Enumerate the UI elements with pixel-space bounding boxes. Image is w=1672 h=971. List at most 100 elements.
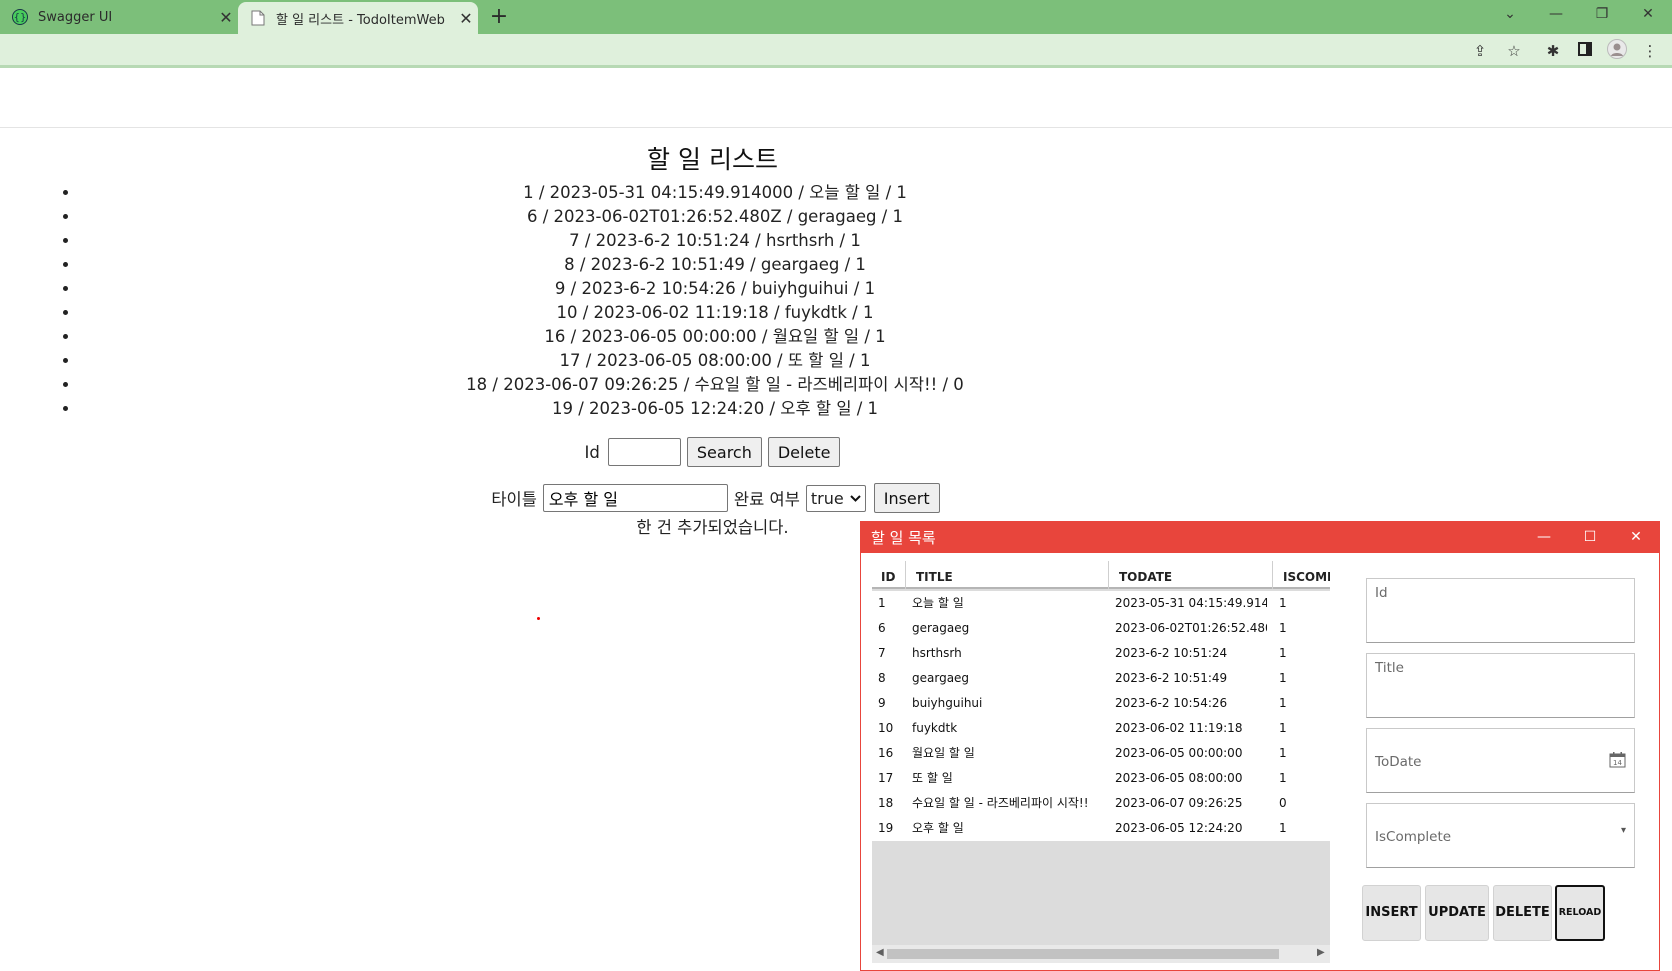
title-input[interactable] xyxy=(542,484,728,512)
scrollbar-thumb[interactable] xyxy=(887,949,1279,959)
tab-close-icon[interactable]: ✕ xyxy=(214,8,238,27)
cell-title: hsrthsrh xyxy=(912,646,962,660)
cell-iscomplete: 1 xyxy=(1279,746,1287,760)
column-header-todate[interactable]: TODATE xyxy=(1109,561,1273,589)
cell-id: 7 xyxy=(878,646,886,660)
cell-iscomplete: 1 xyxy=(1279,771,1287,785)
tab-todo-list[interactable]: 할 일 리스트 - TodoItemWeb ✕ xyxy=(238,2,478,34)
tab-swagger-ui[interactable]: {} Swagger UI ✕ xyxy=(0,0,238,34)
todo-list: 1 / 2023-05-31 04:15:49.914000 / 오늘 할 일 … xyxy=(80,181,1350,421)
window-minimize-button[interactable]: — xyxy=(1521,522,1567,553)
close-window-button[interactable]: ✕ xyxy=(1632,0,1664,30)
cell-todate: 2023-6-2 10:51:24 xyxy=(1115,646,1228,660)
todate-picker[interactable]: ToDate 14 xyxy=(1366,728,1635,793)
profile-avatar[interactable] xyxy=(1605,39,1629,63)
id-input[interactable] xyxy=(607,438,681,466)
table-row[interactable]: 17 또 할 일 2023-06-05 08:00:00 1 xyxy=(872,766,1330,791)
complete-select[interactable]: true xyxy=(805,484,866,512)
horizontal-scrollbar[interactable]: ◀ ▶ xyxy=(872,945,1330,963)
window-maximize-button[interactable]: ☐ xyxy=(1567,522,1613,553)
wpf-update-button[interactable]: UPDATE xyxy=(1425,885,1489,941)
table-row[interactable]: 1 오늘 할 일 2023-05-31 04:15:49.914000 1 xyxy=(872,591,1330,616)
restore-button[interactable]: ❐ xyxy=(1586,0,1618,30)
cell-iscomplete: 1 xyxy=(1279,671,1287,685)
todo-desktop-window: 할 일 목록 — ☐ ✕ ID TITLE TODATE ISCOMP 1 오늘 … xyxy=(860,521,1660,971)
cell-iscomplete: 1 xyxy=(1279,721,1287,735)
grid-body: 1오늘 할 일2023-05-31 04:15:49.91400016gerag… xyxy=(872,591,1330,841)
list-item: 9 / 2023-6-2 10:54:26 / buiyhguihui / 1 xyxy=(80,277,1350,301)
wpf-reload-button[interactable]: RELOAD xyxy=(1555,885,1605,941)
cell-title: 수요일 할 일 - 라즈베리파이 시작!! xyxy=(912,796,1089,810)
column-header-id[interactable]: ID xyxy=(872,561,906,589)
cell-title: 오후 할 일 xyxy=(912,821,964,835)
minimize-button[interactable]: — xyxy=(1540,0,1572,30)
wpf-insert-button[interactable]: INSERT xyxy=(1362,885,1421,941)
iscomplete-placeholder: IsComplete xyxy=(1375,829,1452,845)
calendar-icon[interactable]: 14 xyxy=(1609,751,1626,772)
todo-data-grid[interactable]: ID TITLE TODATE ISCOMP 1 오늘 할 일 2023-05-31… xyxy=(872,561,1330,963)
table-row[interactable]: 18 수요일 할 일 - 라즈베리파이 시작!! 2023-06-07 09:26:… xyxy=(872,791,1330,816)
cell-id: 1 xyxy=(878,596,886,610)
cell-title: 오늘 할 일 xyxy=(912,596,964,610)
tab-search-chevron-icon[interactable]: ⌄ xyxy=(1494,0,1526,30)
table-row[interactable]: 16 월요일 할 일 2023-06-05 00:00:00 1 xyxy=(872,741,1330,766)
delete-button[interactable]: Delete xyxy=(767,437,841,467)
table-row[interactable]: 7 hsrthsrh 2023-6-2 10:51:24 1 xyxy=(872,641,1330,666)
search-button[interactable]: Search xyxy=(686,437,762,467)
cell-title: fuykdtk xyxy=(912,721,958,735)
cell-iscomplete: 1 xyxy=(1279,621,1287,635)
list-item: 19 / 2023-06-05 12:24:20 / 오후 할 일 / 1 xyxy=(80,397,1350,421)
cell-todate: 2023-06-05 00:00:00 xyxy=(1115,746,1243,760)
cursor-dot xyxy=(537,617,540,620)
id-field[interactable]: Id xyxy=(1366,578,1635,643)
table-row[interactable]: 10 fuykdtk 2023-06-02 11:19:18 1 xyxy=(872,716,1330,741)
scroll-left-icon[interactable]: ◀ xyxy=(876,947,884,958)
star-icon[interactable]: ☆ xyxy=(1502,39,1526,63)
window-close-button[interactable]: ✕ xyxy=(1613,522,1659,553)
table-row[interactable]: 9 buiyhguihui 2023-6-2 10:54:26 1 xyxy=(872,691,1330,716)
todate-placeholder: ToDate xyxy=(1375,754,1422,770)
cell-id: 9 xyxy=(878,696,886,710)
cell-iscomplete: 1 xyxy=(1279,696,1287,710)
cell-todate: 2023-06-07 09:26:25 xyxy=(1115,796,1243,810)
id-label: Id xyxy=(584,442,600,462)
cell-todate: 2023-06-02 11:19:18 xyxy=(1115,721,1243,735)
id-placeholder: Id xyxy=(1375,585,1388,601)
cell-title: 월요일 할 일 xyxy=(912,746,975,760)
wpf-delete-button[interactable]: DELETE xyxy=(1493,885,1552,941)
table-row[interactable]: 8 geargaeg 2023-6-2 10:51:49 1 xyxy=(872,666,1330,691)
complete-select-value: true xyxy=(810,488,844,508)
list-item: 17 / 2023-06-05 08:00:00 / 또 할 일 / 1 xyxy=(80,349,1350,373)
window-titlebar[interactable]: 할 일 목록 — ☐ ✕ xyxy=(861,522,1659,553)
scroll-right-icon[interactable]: ▶ xyxy=(1317,947,1325,958)
page-title: 할 일 리스트 xyxy=(647,145,778,174)
cell-iscomplete: 0 xyxy=(1279,796,1287,810)
page-icon xyxy=(250,10,266,26)
extensions-icon[interactable]: ✱ xyxy=(1541,39,1565,63)
cell-title: 또 할 일 xyxy=(912,771,953,785)
column-header-iscomplete[interactable]: ISCOMP xyxy=(1273,561,1330,589)
complete-label: 완료 여부 xyxy=(733,490,800,509)
list-item: 7 / 2023-6-2 10:51:24 / hsrthsrh / 1 xyxy=(80,229,1350,253)
list-item: 1 / 2023-05-31 04:15:49.914000 / 오늘 할 일 … xyxy=(80,181,1350,205)
new-tab-button[interactable]: + xyxy=(486,4,512,30)
title-label: 타이틀 xyxy=(491,490,537,509)
insert-button[interactable]: Insert xyxy=(873,483,940,513)
share-icon[interactable]: ⇪ xyxy=(1468,39,1492,63)
side-panel-icon[interactable] xyxy=(1573,39,1597,63)
search-form: Id Search Delete xyxy=(0,437,1425,467)
menu-icon[interactable]: ⋮ xyxy=(1638,39,1662,63)
cell-iscomplete: 1 xyxy=(1279,821,1287,835)
dropdown-arrow-icon: ▾ xyxy=(1620,825,1626,836)
column-header-title[interactable]: TITLE xyxy=(906,561,1109,589)
title-field[interactable]: Title xyxy=(1366,653,1635,718)
cell-id: 16 xyxy=(878,746,894,760)
window-title: 할 일 목록 xyxy=(871,529,936,547)
cell-todate: 2023-06-02T01:26:52.480Z xyxy=(1115,621,1267,635)
table-row[interactable]: 6 geragaeg 2023-06-02T01:26:52.480Z 1 xyxy=(872,616,1330,641)
swagger-icon: {} xyxy=(12,9,28,25)
iscomplete-combobox[interactable]: IsComplete ▾ xyxy=(1366,803,1635,868)
tab-close-icon[interactable]: ✕ xyxy=(454,9,478,28)
table-row[interactable]: 19 오후 할 일 2023-06-05 12:24:20 1 xyxy=(872,816,1330,841)
cell-id: 19 xyxy=(878,821,894,835)
